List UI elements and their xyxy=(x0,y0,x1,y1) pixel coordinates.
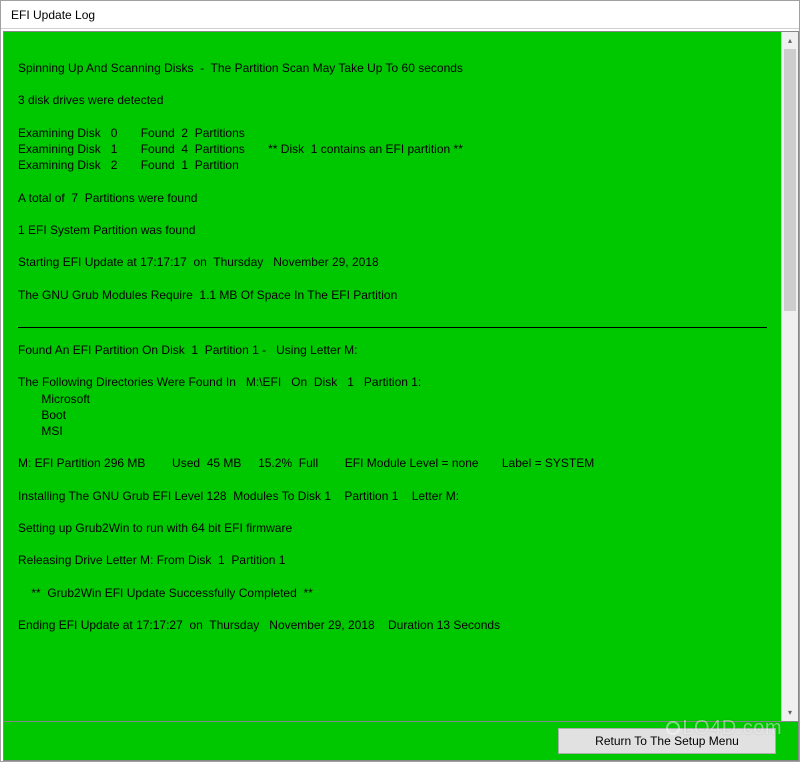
content-area: Spinning Up And Scanning Disks - The Par… xyxy=(1,29,799,761)
scroll-thumb[interactable] xyxy=(784,49,796,311)
log-container: Spinning Up And Scanning Disks - The Par… xyxy=(3,31,799,722)
log-output: Spinning Up And Scanning Disks - The Par… xyxy=(4,32,781,721)
window-titlebar[interactable]: EFI Update Log xyxy=(1,1,799,29)
return-to-setup-button[interactable]: Return To The Setup Menu xyxy=(558,728,776,754)
log-section-scan: Spinning Up And Scanning Disks - The Par… xyxy=(18,61,463,302)
window-title: EFI Update Log xyxy=(11,8,95,22)
scroll-down-button[interactable]: ▾ xyxy=(782,704,798,721)
footer-bar: Return To The Setup Menu xyxy=(3,721,799,761)
vertical-scrollbar[interactable]: ▴ ▾ xyxy=(781,32,798,721)
scroll-up-button[interactable]: ▴ xyxy=(782,32,798,49)
log-divider xyxy=(18,327,767,328)
scroll-track[interactable] xyxy=(782,49,798,704)
log-section-update: Found An EFI Partition On Disk 1 Partiti… xyxy=(18,343,594,632)
efi-update-log-window: EFI Update Log Spinning Up And Scanning … xyxy=(0,0,800,762)
